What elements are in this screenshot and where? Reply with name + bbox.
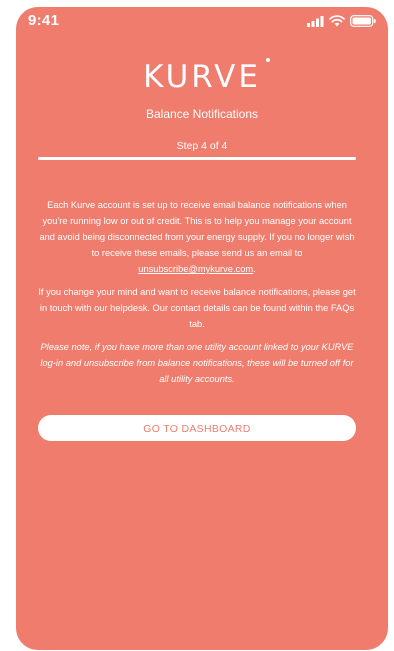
- signal-icon: [307, 14, 324, 32]
- wifi-icon: [329, 14, 345, 32]
- page-title: Balance Notifications: [145, 107, 259, 121]
- logo-text: KURVE: [143, 58, 270, 95]
- helpdesk-paragraph: If you change your mind and want to rece…: [38, 287, 356, 329]
- unsubscribe-email-link[interactable]: unsubscribe@mykurve.com: [138, 264, 253, 274]
- step-indicator: Step 4 of 4: [176, 140, 228, 152]
- info-paragraph: Each Kurve account is set up to receive …: [38, 197, 356, 277]
- note-paragraph: Please note, if you have more than one u…: [40, 342, 354, 384]
- status-icons: [307, 14, 376, 32]
- info-text: Each Kurve account is set up to receive …: [39, 200, 355, 258]
- progress-fill: [38, 157, 356, 160]
- status-bar: 9:41: [16, 7, 388, 37]
- go-to-dashboard-button[interactable]: GO TO DASHBOARD: [38, 415, 356, 441]
- progress-bar: [38, 157, 356, 160]
- logo-dot: [265, 58, 270, 62]
- notification-info: Each Kurve account is set up to receive …: [38, 197, 356, 394]
- kurve-logo: KURVE: [16, 58, 388, 95]
- phone-screen: 9:41 KURVE Balance Notifications Step 4 …: [16, 7, 388, 650]
- battery-icon: [350, 14, 376, 32]
- info-text-end: .: [253, 264, 256, 274]
- status-time: 9:41: [28, 12, 60, 29]
